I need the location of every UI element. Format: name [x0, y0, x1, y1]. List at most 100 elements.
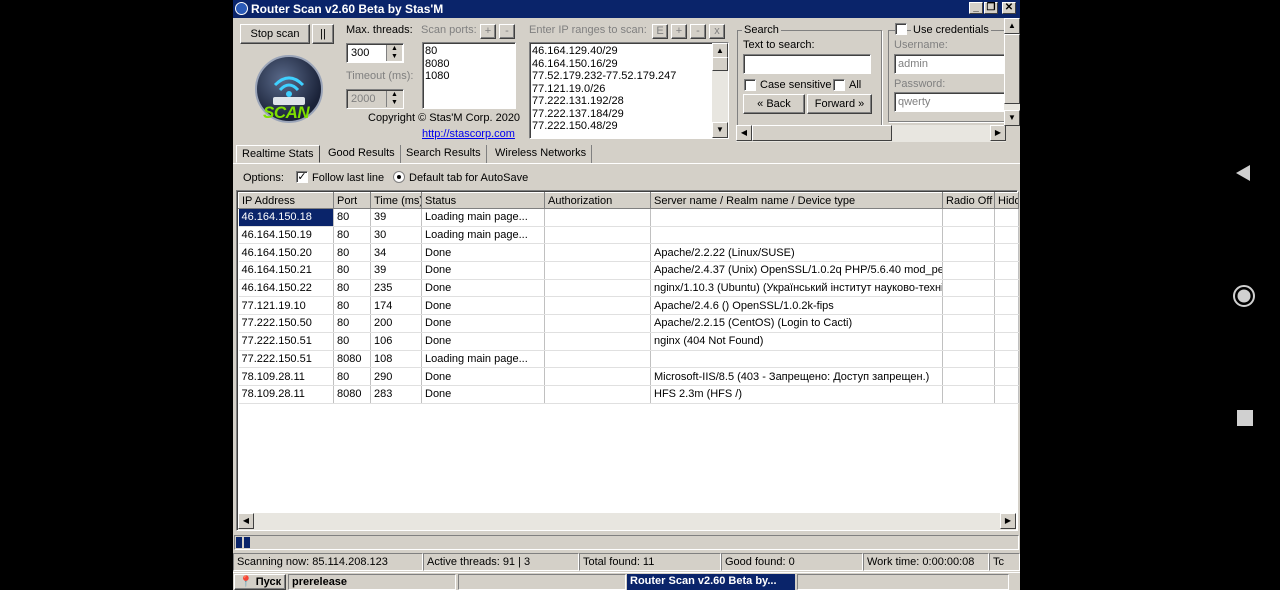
table-cell: 200: [370, 314, 422, 333]
spin-updown-icon[interactable]: ▲ ▼: [386, 45, 402, 61]
table-row[interactable]: 77.222.150.50 80 200 Done Apache/2.2.15 (Cen…: [238, 314, 1019, 333]
scan-ports-list[interactable]: 80 8080 1080: [422, 42, 516, 109]
hscroll-thumb[interactable]: [752, 125, 892, 141]
remove-range-button[interactable]: -: [690, 24, 706, 39]
table-row[interactable]: 46.164.150.22 80 235 Done nginx/1.10.3 (Ubun…: [238, 279, 1019, 298]
back-nav-icon[interactable]: [1233, 163, 1253, 183]
username-input[interactable]: admin: [894, 54, 1006, 74]
column-header[interactable]: Radio Off: [942, 192, 995, 209]
top-panel-vscrollbar[interactable]: ▲ ▼: [1004, 18, 1020, 126]
table-cell: 174: [370, 296, 422, 316]
android-nav-bar: [1209, 0, 1280, 590]
scroll-down-icon[interactable]: ▼: [712, 122, 728, 138]
table-row[interactable]: 77.121.19.10 80 174 Done Apache/2.4.6 () Ope…: [238, 296, 1019, 316]
password-input[interactable]: qwerty: [894, 92, 1006, 112]
scroll-left-icon[interactable]: ◀: [238, 513, 254, 529]
recents-nav-icon[interactable]: [1236, 409, 1254, 427]
prerelease-field[interactable]: prerelease: [288, 574, 456, 590]
forward-button[interactable]: Forward »: [807, 94, 872, 114]
table-cell: [994, 226, 1019, 245]
start-button[interactable]: 📍 Пуск: [234, 574, 286, 590]
table-cell: 77.222.150.50: [238, 314, 334, 333]
table-cell: [994, 332, 1019, 351]
stop-scan-button[interactable]: Stop scan: [240, 24, 310, 44]
table-cell: 80: [333, 367, 371, 386]
tab-good-results[interactable]: Good Results: [323, 145, 401, 163]
column-header[interactable]: Status: [421, 192, 545, 209]
column-header[interactable]: Server name / Realm name / Device type: [650, 192, 943, 209]
table-cell: [994, 367, 1019, 386]
table-cell: Microsoft-IIS/8.5 (403 - Запрещено: Дост…: [650, 367, 943, 386]
search-group-label: Search: [742, 24, 781, 36]
default-tab-radio[interactable]: [393, 171, 405, 183]
table-row[interactable]: 46.164.150.19 80 30 Loading main page...: [238, 226, 1019, 245]
grid-hscrollbar[interactable]: ◀ ▶: [238, 513, 1016, 530]
spin-updown-icon[interactable]: ▲ ▼: [386, 91, 402, 107]
table-cell: [650, 350, 943, 369]
ports-list-content: 80 8080 1080: [425, 45, 450, 82]
minimize-icon[interactable]: _: [969, 2, 983, 14]
ip-ranges-list[interactable]: 46.164.129.40/29 46.164.150.16/29 77.52.…: [529, 42, 729, 139]
title-bar[interactable]: Router Scan v2.60 Beta by Stas'M _ ❐ ✕: [233, 0, 1020, 18]
table-row[interactable]: 78.109.28.11 80 290 Done Microsoft-IIS/8.5 (…: [238, 367, 1019, 386]
table-cell: Apache/2.2.15 (CentOS) (Login to Cacti): [650, 314, 943, 333]
table-row[interactable]: 77.222.150.51 8080 108 Loading main page...: [238, 350, 1019, 369]
column-header[interactable]: Authorization: [544, 192, 651, 209]
table-cell: Done: [421, 314, 545, 333]
table-cell: 80: [333, 261, 371, 280]
max-threads-input[interactable]: 300 ▲ ▼: [346, 43, 404, 63]
column-header[interactable]: Hidd: [994, 192, 1019, 209]
top-panel-hscrollbar[interactable]: ◀ ▶: [736, 125, 1006, 142]
router-scan-window: Router Scan v2.60 Beta by Stas'M _ ❐ ✕ S…: [233, 0, 1020, 590]
table-cell: 77.222.150.51: [238, 332, 334, 351]
close-icon[interactable]: ✕: [1002, 2, 1016, 14]
taskbar-task-router-scan[interactable]: Router Scan v2.60 Beta by...: [627, 574, 795, 590]
status-scanning-now: Scanning now: 85.114.208.123: [233, 553, 423, 571]
scroll-right-icon[interactable]: ▶: [990, 125, 1006, 141]
remove-port-button[interactable]: -: [499, 24, 515, 39]
table-cell: 80: [333, 314, 371, 333]
add-range-button[interactable]: +: [671, 24, 687, 39]
scroll-left-icon[interactable]: ◀: [736, 125, 752, 141]
follow-last-line-checkbox[interactable]: ✓: [296, 171, 308, 183]
table-cell: 80: [333, 296, 371, 316]
use-credentials-checkbox[interactable]: [895, 23, 907, 35]
back-button[interactable]: « Back: [743, 94, 805, 114]
table-cell: [994, 350, 1019, 369]
tab-wireless-networks[interactable]: Wireless Networks: [490, 145, 593, 163]
case-sensitive-checkbox[interactable]: [744, 79, 756, 91]
edit-ranges-button[interactable]: E: [652, 24, 668, 39]
search-input[interactable]: [743, 54, 871, 74]
tab-realtime-stats[interactable]: Realtime Stats: [236, 145, 320, 163]
column-header[interactable]: Time (ms): [370, 192, 422, 209]
table-cell: Loading main page...: [421, 226, 545, 245]
table-row[interactable]: 77.222.150.51 80 106 Done nginx (404 Not Fou…: [238, 332, 1019, 351]
ip-ranges-scrollbar[interactable]: ▲ ▼: [712, 43, 728, 138]
table-row[interactable]: 78.109.28.11 8080 283 Done HFS 2.3m (HFS /): [238, 385, 1019, 404]
username-label: Username:: [894, 39, 948, 51]
table-cell: Done: [421, 367, 545, 386]
add-port-button[interactable]: +: [480, 24, 496, 39]
stascorp-link[interactable]: http://stascorp.com: [422, 128, 515, 140]
table-cell: 46.164.150.22: [238, 279, 334, 298]
scroll-thumb[interactable]: [712, 57, 728, 71]
table-row[interactable]: 46.164.150.20 80 34 Done Apache/2.2.22 (Linu…: [238, 243, 1019, 263]
progress-block: [236, 537, 242, 548]
column-header[interactable]: Port: [333, 192, 371, 209]
restore-icon[interactable]: ❐: [984, 2, 998, 14]
vscroll-thumb[interactable]: [1004, 34, 1020, 104]
pause-button[interactable]: ||: [312, 24, 334, 44]
table-row[interactable]: 46.164.150.18 80 39 Loading main page...: [238, 208, 1019, 227]
table-row[interactable]: 46.164.150.21 80 39 Done Apache/2.4.37 (Unix…: [238, 261, 1019, 280]
timeout-input[interactable]: 2000 ▲ ▼: [346, 89, 404, 109]
tab-search-results[interactable]: Search Results: [401, 145, 487, 163]
home-nav-icon[interactable]: [1232, 284, 1256, 308]
column-header[interactable]: IP Address: [238, 192, 334, 209]
scroll-down-icon[interactable]: ▼: [1004, 110, 1020, 126]
scroll-up-icon[interactable]: ▲: [1004, 18, 1020, 34]
table-cell: [942, 332, 995, 351]
ip-ranges-label: Enter IP ranges to scan:: [529, 24, 647, 36]
scroll-right-icon[interactable]: ▶: [1000, 513, 1016, 529]
all-checkbox[interactable]: [833, 79, 845, 91]
clear-ranges-button[interactable]: x: [709, 24, 725, 39]
